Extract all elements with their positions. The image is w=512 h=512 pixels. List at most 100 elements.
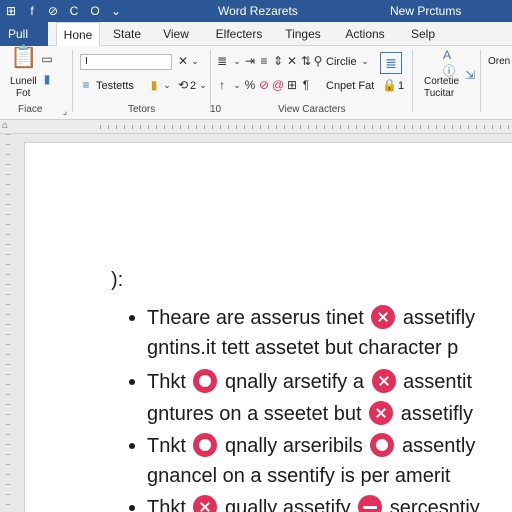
line-text: Tnkt [147,435,186,457]
ribbon-tabs: Pull Hone State View Elfecters Tinges Ac… [0,22,512,47]
doc-line[interactable]: Thkt qnally arsetify a assentit [147,369,472,394]
doc-line[interactable]: gnancel on a ssentify is per amerit [147,465,451,488]
editing-label-1: Cortetie [424,76,460,87]
paragraph-group-label: 10 [210,104,222,115]
styles-count: 1 [398,80,405,92]
app-grid-icon[interactable]: ⊞ [4,4,18,18]
tab-tinges[interactable]: Tinges [280,22,326,46]
group-separator [412,50,413,112]
font-group-label: Tetors [128,104,156,115]
doc-heading[interactable]: ): [111,269,123,292]
sort-icon[interactable]: ⇅ [300,54,312,68]
search-icon[interactable]: ⚲ [312,54,324,68]
minus-circle-icon[interactable] [358,495,383,512]
copy-icon[interactable]: ▭ [40,52,54,66]
line-text: Theare are asserus tinet [147,307,364,329]
line-text: Thkt [147,371,186,393]
at-icon[interactable]: @ [272,78,284,92]
window-subtitle: New Prctums [390,4,462,18]
refresh-icon[interactable]: C [67,4,81,18]
paste-icon[interactable]: 📋 [10,46,37,76]
line-spacing-icon[interactable]: ⇕ [272,54,284,68]
error-x-icon[interactable] [193,495,218,512]
line-text: qnally arsetify a [225,371,364,393]
status-circle-icon[interactable] [370,433,395,457]
font-style-value[interactable]: Testetts [96,80,134,92]
percent-icon[interactable]: % [244,78,256,92]
font-name-combo[interactable]: I [80,54,172,70]
chevron-down-icon[interactable]: ⌄ [232,78,242,92]
ruler-ticks [100,125,512,129]
group-separator [480,50,481,112]
style-combo2-value[interactable]: Cnpet Fat [326,80,374,92]
circle-arrows-icon[interactable]: ⟲ [176,78,190,92]
document-area: ): Theare are asserus tinet assetifly gn… [0,134,512,512]
chevron-down-icon[interactable]: ⌄ [190,54,200,68]
lock-icon[interactable]: 🔒 [382,78,397,92]
line-text: gntures on a sseetet but [147,403,362,425]
facebook-icon[interactable]: f [25,4,39,18]
vertical-ruler [0,134,14,512]
error-x-icon[interactable] [369,401,394,425]
format-label: Fot [16,88,31,99]
bullet-marker [129,379,135,385]
bullet-marker [129,315,135,321]
doc-line[interactable]: Tnkt qnally arseribils assently [147,433,475,458]
chevron-down-icon[interactable]: ⌄ [162,78,172,92]
tab-selp[interactable]: Selp [404,22,442,46]
chevron-down-icon[interactable]: ⌄ [109,4,123,18]
line-text: assentit [403,371,473,393]
no-entry-icon[interactable]: ⊘ [46,4,60,18]
clear-format-icon[interactable]: ✕ [176,54,190,68]
select-icon[interactable]: ⇲ [464,68,476,82]
font-size-value[interactable]: 2 [190,80,196,92]
list-icon[interactable]: ≡ [80,78,92,92]
tab-state[interactable]: State [106,22,148,46]
tab-view[interactable]: View [156,22,196,46]
close-icon[interactable]: ✕ [286,54,298,68]
arrow-up-icon[interactable]: ↑ [216,78,228,92]
clipboard-group-label: Fiace [18,104,43,115]
status-circle-icon[interactable] [193,433,218,457]
tab-file[interactable]: Pull [0,22,48,46]
doc-line[interactable]: gntins.it tett assetet but character p [147,337,458,360]
paste-label: Lunell [10,76,37,87]
line-text: assetifly [400,403,473,425]
circle-icon[interactable]: O [88,4,102,18]
error-x-icon[interactable] [371,305,396,329]
open-label[interactable]: Oren [488,56,510,67]
indent-marker-icon[interactable]: ⌂ [2,120,8,131]
horizontal-ruler[interactable]: ⌂ [0,120,512,134]
doc-line[interactable]: gntures on a sseetet but assetifly [147,401,473,426]
tab-home[interactable]: Hone [56,22,100,47]
status-circle-icon[interactable] [193,369,218,393]
document-icon[interactable]: ≣ [380,52,402,74]
find-icon[interactable]: A [440,48,454,62]
error-x-icon[interactable] [371,369,396,393]
chevron-down-icon[interactable]: ⌄ [232,54,242,68]
bullet-marker [129,505,135,511]
no-entry-icon[interactable]: ⊘ [258,78,270,92]
indent-icon[interactable]: ⇥ [244,54,256,68]
align-left-icon[interactable]: ≣ [216,54,228,68]
doc-line[interactable]: Thkt qually assetify sercesntiy [147,495,480,512]
doc-line[interactable]: Theare are asserus tinet assetifly [147,305,475,330]
window-title: Word Rezarets [218,4,298,18]
line-text: assetifly [402,307,476,329]
border-icon[interactable]: ⊞ [286,78,298,92]
title-bar: ⊞ f ⊘ C O ⌄ Word Rezarets New Prctums [0,0,512,22]
format-painter-icon[interactable]: ▮ [40,72,54,86]
group-separator [210,50,211,112]
line-text: assently [402,435,476,457]
pilcrow-icon[interactable]: ¶ [300,78,312,92]
chevron-down-icon[interactable]: ⌄ [198,78,208,92]
tab-actions[interactable]: Actions [338,22,392,46]
document-page[interactable]: ): Theare are asserus tinet assetifly gn… [24,142,512,512]
style-combo-value[interactable]: Circlie [326,56,357,68]
align-center-icon[interactable]: ≡ [258,54,270,68]
bullet-marker [129,443,135,449]
tab-elfecters[interactable]: Elfecters [208,22,270,46]
dialog-launcher-icon[interactable]: ⌟ [60,104,70,118]
chevron-down-icon[interactable]: ⌄ [360,54,370,68]
highlight-icon[interactable]: ▮ [148,78,160,92]
